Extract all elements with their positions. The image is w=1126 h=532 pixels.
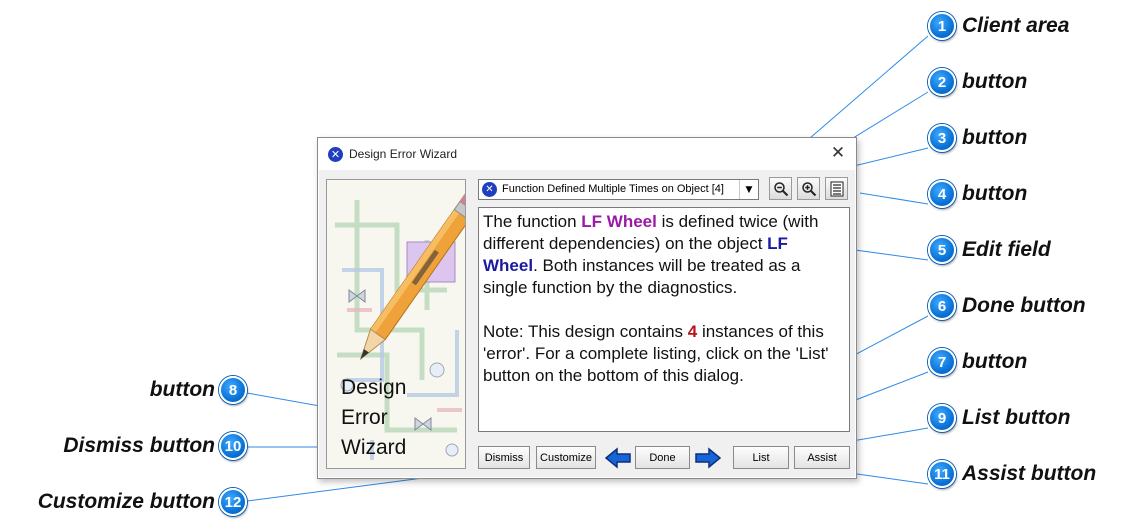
callout-label: Done button [962,294,1086,317]
done-button[interactable]: Done [635,446,690,469]
callout-badge: 8 [219,376,247,404]
design-error-wizard-dialog: ✕ Design Error Wizard ✕ Design Error Wiz… [317,137,857,479]
list-button[interactable]: List [733,446,789,469]
zoom-in-button[interactable] [797,177,820,200]
callout-12: Customize button 12 [38,488,247,516]
zoom-out-button[interactable] [769,177,792,200]
assist-button[interactable]: Assist [794,446,850,469]
callout-5: 5 Edit field [928,236,1051,264]
next-arrow-button[interactable] [695,447,721,469]
callout-badge: 4 [928,180,956,208]
dialog-title: Design Error Wizard [349,147,458,161]
list-view-icon [830,181,843,196]
callout-badge: 11 [928,460,956,488]
customize-button[interactable]: Customize [536,446,596,469]
error-x-icon: ✕ [482,182,497,197]
callout-label: Edit field [962,238,1051,261]
callout-badge: 10 [219,432,247,460]
callout-badge: 6 [928,292,956,320]
message-paragraph-1: The function LF Wheel is defined twice (… [483,211,845,299]
leader-5 [854,249,929,261]
close-button[interactable]: ✕ [828,143,848,163]
illustration-word-error: Error [341,406,388,429]
message-text: The function [483,212,582,231]
callout-badge: 5 [928,236,956,264]
leader-11 [856,473,929,485]
arrow-right-icon [695,447,721,469]
callout-label: button [962,70,1028,93]
callout-label: List button [962,406,1071,429]
message-edit-field[interactable]: The function LF Wheel is defined twice (… [478,207,850,432]
wizard-illustration: Design Error Wizard [326,179,466,469]
callout-badge: 1 [928,12,956,40]
callout-label: button [962,126,1028,149]
callout-6: 6 Done button [928,292,1086,320]
client-area: Design Error Wizard ✕ Function Defined M… [319,170,855,477]
callout-badge: 3 [928,124,956,152]
function-name: LF Wheel [581,212,657,231]
error-type-value: Function Defined Multiple Times on Objec… [502,183,724,195]
zoom-in-icon [801,181,816,196]
callout-9: 9 List button [928,404,1070,432]
chevron-down-icon[interactable]: ▼ [739,180,758,199]
callout-8: button 8 [150,376,247,404]
leader-4 [859,192,929,205]
callout-1: 1 Client area [928,12,1069,40]
callout-7: 7 button [928,348,1027,376]
callout-3: 3 button [928,124,1027,152]
list-view-button[interactable] [825,177,848,200]
illustration-word-wizard: Wizard [341,436,407,459]
message-text: Note: This design contains [483,322,688,341]
zoom-out-icon [773,181,788,196]
callout-11: 11 Assist button [928,460,1096,488]
previous-arrow-button[interactable] [605,447,631,469]
callout-label: Dismiss button [63,434,215,457]
callout-label: Customize button [37,490,215,513]
callout-10: Dismiss button 10 [63,432,247,460]
callout-badge: 7 [928,348,956,376]
callout-label: button [962,350,1028,373]
dismiss-button[interactable]: Dismiss [478,446,530,469]
callout-badge: 2 [928,68,956,96]
callout-2: 2 button [928,68,1027,96]
callout-label: button [149,378,215,401]
illustration-word-design: Design [341,376,407,399]
callout-4: 4 button [928,180,1027,208]
message-paragraph-2: Note: This design contains 4 instances o… [483,321,845,387]
title-bar[interactable]: ✕ Design Error Wizard ✕ [318,138,856,170]
callout-label: Client area [962,14,1070,37]
error-x-icon: ✕ [328,147,343,162]
instance-count: 4 [687,322,698,341]
callout-badge: 9 [928,404,956,432]
callout-label: Assist button [962,462,1097,485]
error-type-dropdown[interactable]: ✕ Function Defined Multiple Times on Obj… [478,179,759,200]
arrow-left-icon [605,447,631,469]
callout-badge: 12 [219,488,247,516]
callout-label: button [962,182,1028,205]
